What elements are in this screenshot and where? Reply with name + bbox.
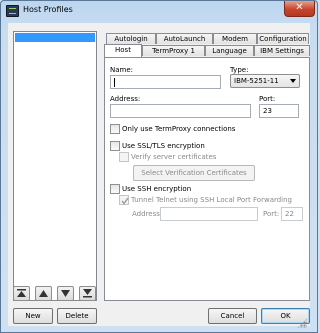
tab-modem[interactable]: Modem <box>213 33 257 44</box>
move-top-icon <box>17 289 26 297</box>
terminal-app-icon <box>6 5 19 17</box>
profile-list[interactable] <box>13 31 97 301</box>
chevron-down-icon <box>290 79 296 83</box>
new-button[interactable]: New <box>13 308 53 324</box>
title-bar[interactable]: Host Profiles ✕ <box>1 1 317 23</box>
verify-label: Verify server certificates <box>131 153 217 161</box>
tab-autologin[interactable]: Autologin <box>106 33 156 44</box>
tab-language[interactable]: Language <box>205 45 254 56</box>
tunnel-address-field[interactable] <box>160 207 258 221</box>
move-bottom-button[interactable] <box>79 286 96 301</box>
checkmark-icon <box>121 197 129 205</box>
delete-button[interactable]: Delete <box>57 308 97 324</box>
tunnel-port-label: Port: <box>263 210 280 218</box>
move-down-button[interactable] <box>57 286 74 301</box>
tab-ibm-settings[interactable]: IBM Settings <box>254 45 310 56</box>
ssh-checkbox[interactable] <box>110 184 120 194</box>
close-button[interactable]: ✕ <box>284 1 315 17</box>
host-tab-panel: Name: Type: IBM-5251-11 Address: Port: 2… <box>104 57 310 301</box>
dialog-body: Autologin AutoLaunch Modem Configuration… <box>8 23 310 326</box>
move-up-icon <box>39 290 48 297</box>
tunnel-port-field[interactable]: 22 <box>281 207 303 221</box>
move-down-icon <box>61 290 70 297</box>
ssh-label: Use SSH encryption <box>122 185 192 193</box>
profile-list-item[interactable] <box>15 33 95 42</box>
port-field[interactable]: 23 <box>259 104 299 118</box>
type-select[interactable]: IBM-5251-11 <box>230 74 300 88</box>
type-label: Type: <box>230 66 249 74</box>
name-label: Name: <box>110 66 134 74</box>
tab-configuration[interactable]: Configuration <box>257 33 309 44</box>
text-caret <box>114 78 115 87</box>
tunnel-checkbox[interactable] <box>119 195 129 205</box>
address-label: Address: <box>110 95 141 103</box>
name-field[interactable] <box>110 75 221 89</box>
port-label: Port: <box>259 95 276 103</box>
tab-autolaunch[interactable]: AutoLaunch <box>156 33 213 44</box>
move-up-button[interactable] <box>35 286 52 301</box>
ssl-checkbox[interactable] <box>110 141 120 151</box>
address-field[interactable] <box>110 104 251 118</box>
host-profiles-window: Host Profiles ✕ Autologin AutoLaunch Mod… <box>0 0 318 333</box>
verify-checkbox[interactable] <box>119 152 129 162</box>
cancel-button[interactable]: Cancel <box>208 308 257 324</box>
tunnel-address-label: Address: <box>132 210 163 218</box>
move-top-button[interactable] <box>13 286 30 301</box>
tunnel-label: Tunnel Telnet using SSH Local Port Forwa… <box>131 196 293 204</box>
window-title: Host Profiles <box>23 5 73 14</box>
termproxy-label: Only use TermProxy connections <box>122 125 236 133</box>
termproxy-checkbox[interactable] <box>110 124 120 134</box>
ssl-label: Use SSL/TLS encryption <box>122 142 205 150</box>
select-certificates-button[interactable]: Select Verification Certificates <box>133 165 255 181</box>
ok-button[interactable]: OK <box>261 308 310 324</box>
move-bottom-icon <box>83 289 92 298</box>
tab-host[interactable]: Host <box>104 44 142 57</box>
tab-termproxy[interactable]: TermProxy 1 <box>142 45 205 56</box>
